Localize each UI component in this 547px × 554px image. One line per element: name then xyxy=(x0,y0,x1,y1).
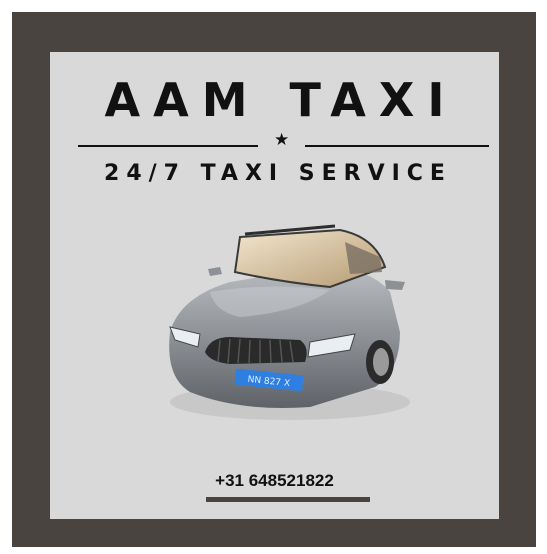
outer-frame: AAM TAXI ★ 24/7 TAXI SERVICE NN 827 X +3… xyxy=(12,12,536,547)
divider-right xyxy=(305,145,489,147)
phone-underline xyxy=(206,497,370,502)
flyer-panel: AAM TAXI ★ 24/7 TAXI SERVICE NN 827 X +3… xyxy=(50,52,499,519)
phone-number-link[interactable]: +31 648521822 xyxy=(50,472,499,489)
divider-left xyxy=(78,145,258,147)
brand-subtitle: 24/7 TAXI SERVICE xyxy=(104,161,452,186)
star-icon: ★ xyxy=(274,130,290,150)
brand-title: AAM TAXI xyxy=(104,73,458,127)
taxi-car-icon: NN 827 X xyxy=(169,224,410,420)
